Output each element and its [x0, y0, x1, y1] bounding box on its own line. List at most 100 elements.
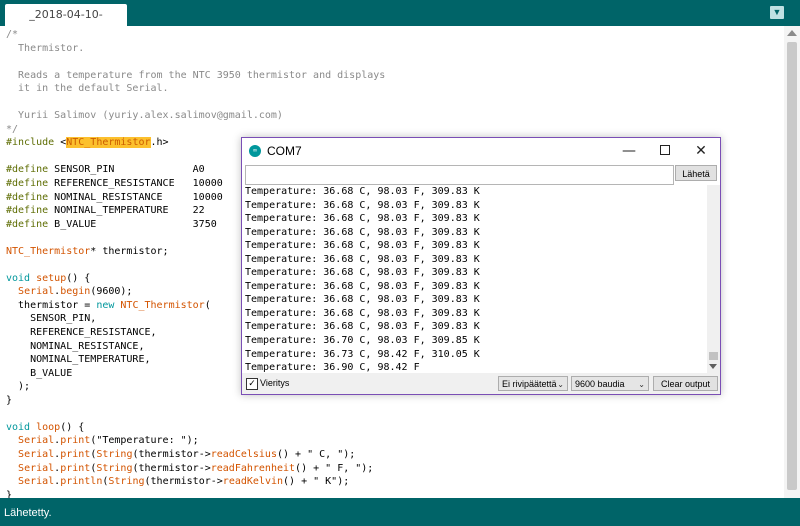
code-token: (: [204, 299, 211, 311]
code-token: Serial: [18, 435, 55, 447]
code-token: #define: [6, 218, 49, 230]
code-token: () + " C, ");: [276, 448, 356, 460]
scrollbar-thumb[interactable]: [709, 352, 718, 360]
code-line: }: [6, 489, 385, 498]
close-icon[interactable]: ✕: [682, 138, 720, 164]
code-token: /*: [6, 29, 19, 40]
code-token: NOMINAL_TEMPERATURE,: [6, 354, 151, 366]
autoscroll-checkbox[interactable]: ✓: [246, 378, 258, 390]
code-line: it in the default Serial.: [6, 82, 385, 96]
code-token: NOMINAL_RESISTANCE,: [6, 340, 145, 352]
code-token: String: [108, 476, 145, 488]
serial-line: Temperature: 36.68 C, 98.03 F, 309.83 K: [245, 321, 480, 333]
code-token: B_VALUE: [6, 367, 73, 379]
code-token: void: [6, 272, 31, 284]
serial-line: Temperature: 36.68 C, 98.03 F, 309.83 K: [245, 226, 480, 238]
code-token: }: [6, 489, 13, 498]
code-token: readFahrenheit: [210, 462, 296, 474]
code-token: */: [6, 123, 19, 135]
code-line: Serial.print("Temperature: ");: [6, 434, 385, 448]
code-line: */: [6, 123, 385, 137]
serial-line: Temperature: 36.68 C, 98.03 F, 309.83 K: [245, 267, 480, 279]
code-token: (thermistor->: [132, 448, 211, 460]
window-title: COM7: [267, 144, 302, 158]
serial-monitor-window: ∞ COM7 — ✕ Lähetä Temperature: 36.68 C, …: [241, 137, 721, 395]
code-line: Serial.print(String(thermistor->readCels…: [6, 448, 385, 462]
serial-line: Temperature: 36.68 C, 98.03 F, 309.83 K: [245, 307, 480, 319]
code-token: SENSOR_PIN A0: [48, 164, 205, 176]
code-token: print: [60, 462, 91, 474]
chevron-down-icon: ⌄: [557, 380, 564, 389]
chevron-down-icon: ⌄: [638, 380, 645, 389]
code-token: thermistor =: [6, 299, 97, 311]
code-line: Reads a temperature from the NTC 3950 th…: [6, 69, 385, 83]
code-line: void loop() {: [6, 421, 385, 435]
code-line: Thermistor.: [6, 42, 385, 56]
highlighted-token: NTC_Thermistor: [66, 137, 151, 149]
baud-rate-select[interactable]: 9600 baudia ⌄: [571, 376, 649, 391]
code-token: Yurii Salimov (yuriy.alex.salimov@gmail.…: [6, 110, 283, 122]
code-token: Serial: [18, 448, 55, 460]
send-button[interactable]: Lähetä: [675, 165, 717, 181]
arduino-logo-icon: ∞: [249, 145, 261, 157]
serial-line: Temperature: 36.70 C, 98.03 F, 309.85 K: [245, 335, 480, 347]
sketch-tab[interactable]: _2018-04-10-Thermistor: [5, 4, 127, 43]
window-titlebar[interactable]: ∞ COM7 — ✕: [242, 138, 720, 164]
serial-footer: ✓ Vieritys Ei rivipäätettä ⌄ 9600 baudia…: [242, 373, 720, 394]
line-ending-select[interactable]: Ei rivipäätettä ⌄: [498, 376, 568, 391]
code-token: (thermistor->: [144, 476, 223, 488]
code-token: new: [96, 299, 115, 311]
serial-line: Temperature: 36.68 C, 98.03 F, 309.83 K: [245, 253, 480, 265]
code-token: #include: [6, 137, 55, 149]
serial-line: Temperature: 36.68 C, 98.03 F, 309.83 K: [245, 294, 480, 306]
code-token: B_VALUE 3750: [48, 218, 217, 230]
code-token: Serial: [18, 286, 55, 298]
status-bar: Lähetetty.: [0, 498, 800, 526]
maximize-icon[interactable]: [646, 138, 684, 164]
code-token: #define: [6, 164, 49, 176]
code-token: }: [6, 394, 13, 406]
status-message: Lähetetty.: [4, 507, 52, 519]
code-token: NOMINAL_RESISTANCE 10000: [48, 191, 223, 203]
code-line: }: [6, 394, 385, 408]
serial-send-input[interactable]: [245, 165, 674, 185]
code-token: .h>: [150, 137, 169, 149]
serial-line: Temperature: 36.68 C, 98.03 F, 309.83 K: [245, 280, 480, 292]
code-token: print: [60, 448, 91, 460]
line-ending-value: Ei rivipäätettä: [502, 379, 557, 389]
serial-output-lines: Temperature: 36.68 C, 98.03 F, 309.83 KT…: [243, 185, 706, 373]
code-token: loop: [36, 421, 61, 433]
code-token: #define: [6, 178, 49, 190]
serial-output-scrollbar[interactable]: [707, 185, 720, 373]
editor-scrollbar[interactable]: [784, 26, 800, 498]
clear-output-button[interactable]: Clear output: [653, 376, 718, 391]
serial-output[interactable]: Temperature: 36.68 C, 98.03 F, 309.83 KT…: [243, 185, 706, 373]
code-token: readKelvin: [222, 476, 284, 488]
code-token: readCelsius: [210, 448, 277, 460]
serial-line: Temperature: 36.68 C, 98.03 F, 309.83 K: [245, 240, 480, 252]
code-token: REFERENCE_RESISTANCE 10000: [48, 178, 223, 190]
serial-line: Temperature: 36.73 C, 98.42 F, 310.05 K: [245, 348, 480, 360]
scroll-down-arrow-icon[interactable]: [709, 364, 717, 369]
code-token: <: [54, 137, 67, 149]
code-token: it in the default Serial.: [6, 83, 169, 95]
scroll-up-arrow-icon[interactable]: [787, 30, 797, 36]
code-token: );: [6, 381, 31, 393]
code-token: * thermistor;: [90, 245, 169, 257]
code-token: () + " K");: [283, 476, 350, 488]
code-token: void: [6, 421, 31, 433]
code-line: Yurii Salimov (yuriy.alex.salimov@gmail.…: [6, 109, 385, 123]
code-line: Serial.println(String(thermistor->readKe…: [6, 475, 385, 489]
code-token: Serial: [18, 476, 55, 488]
scrollbar-thumb[interactable]: [787, 42, 797, 490]
code-token: () {: [66, 272, 91, 284]
triangle-down-icon[interactable]: ▼: [770, 6, 784, 19]
minimize-icon[interactable]: —: [610, 138, 648, 164]
code-token: (thermistor->: [132, 462, 211, 474]
